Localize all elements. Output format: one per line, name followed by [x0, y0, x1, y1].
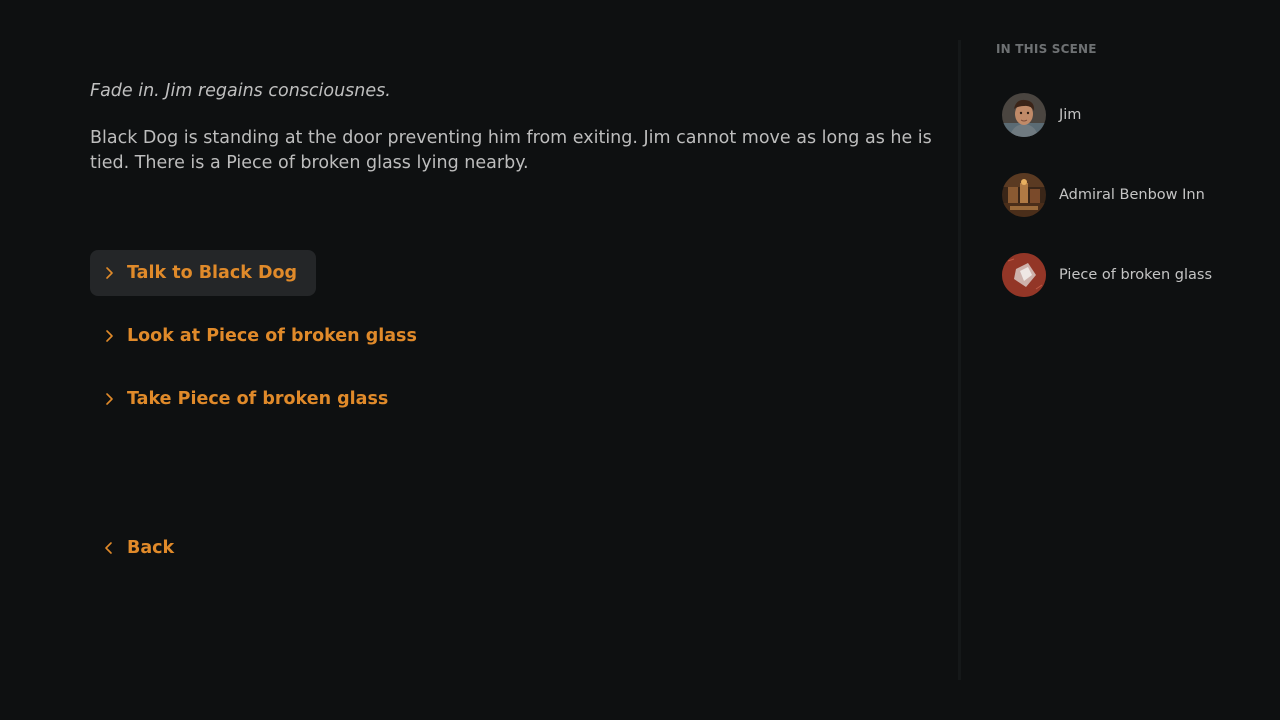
- scene-entity-label: Jim: [1059, 107, 1082, 123]
- choice-list: Talk to Black Dog Look at Piece of broke…: [90, 250, 436, 439]
- story-intro: Fade in. Jim regains consciousnes.: [90, 81, 391, 101]
- chevron-right-icon: [104, 329, 114, 343]
- scene-entity-inn[interactable]: Admiral Benbow Inn: [1002, 173, 1266, 217]
- scene-entity-jim[interactable]: Jim: [1002, 93, 1266, 137]
- choice-label: Look at Piece of broken glass: [127, 326, 417, 346]
- scene-entity-label: Piece of broken glass: [1059, 267, 1213, 283]
- back-button[interactable]: Back: [90, 525, 188, 571]
- glass-picture-icon: [1002, 253, 1046, 297]
- scene-entity-glass[interactable]: Piece of broken glass: [1002, 253, 1266, 297]
- chevron-right-icon: [104, 266, 114, 280]
- choice-look-at-glass[interactable]: Look at Piece of broken glass: [90, 313, 436, 359]
- sidebar-divider: [958, 40, 961, 680]
- scene-entity-label: Admiral Benbow Inn: [1059, 187, 1205, 203]
- chevron-left-icon: [104, 541, 114, 555]
- sidebar-heading: IN THIS SCENE: [996, 42, 1097, 56]
- choice-label: Talk to Black Dog: [127, 263, 298, 283]
- scene-sidebar: IN THIS SCENE Jim Admiral Benbow Inn Pie…: [996, 42, 1266, 297]
- jim-portrait-icon: [1002, 93, 1046, 137]
- story-text: Fade in. Jim regains consciousnes. Black…: [90, 78, 950, 176]
- story-description: Black Dog is standing at the door preven…: [90, 128, 932, 173]
- choice-talk-to-black-dog[interactable]: Talk to Black Dog: [90, 250, 317, 296]
- back-label: Back: [127, 538, 175, 558]
- choice-take-glass[interactable]: Take Piece of broken glass: [90, 376, 407, 422]
- chevron-right-icon: [104, 392, 114, 406]
- inn-picture-icon: [1002, 173, 1046, 217]
- choice-label: Take Piece of broken glass: [127, 389, 389, 409]
